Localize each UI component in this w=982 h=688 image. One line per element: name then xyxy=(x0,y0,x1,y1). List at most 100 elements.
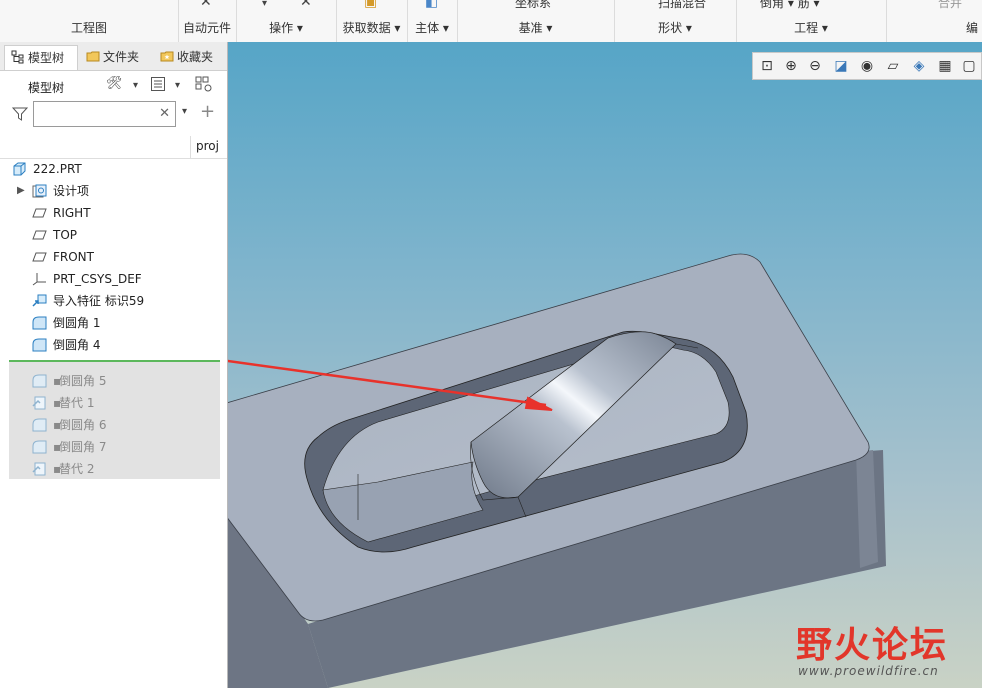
expand-arrow-icon[interactable]: ▶ xyxy=(17,180,25,202)
tree-item[interactable]: 倒圆角 1 xyxy=(0,312,227,334)
dropdown-arrow-icon[interactable]: ▾ xyxy=(175,80,180,100)
tab-label: 模型树 xyxy=(28,51,65,65)
ribbon-group-body[interactable]: ◧ 主体 ▾ xyxy=(407,0,458,42)
ribbon-group-drawing[interactable]: 工程图 xyxy=(0,0,179,42)
dropdown-arrow-icon[interactable]: ▾ xyxy=(182,106,187,117)
round-icon xyxy=(32,316,47,330)
ribbon-group-label: 编 xyxy=(966,21,979,35)
datum-plane-icon xyxy=(32,230,47,240)
filter-icon[interactable] xyxy=(12,106,28,122)
tree-item[interactable]: ▶ 设计项 xyxy=(0,180,227,202)
tree-item-label: 替代 1 xyxy=(59,396,95,410)
clear-icon[interactable]: ✕ xyxy=(159,106,170,121)
ribbon-group-label: 获取数据 ▾ xyxy=(342,21,401,35)
insert-here-line[interactable] xyxy=(9,360,220,362)
favorites-icon xyxy=(160,51,174,62)
tree-item-label: 倒圆角 7 xyxy=(59,440,107,454)
substitute-icon xyxy=(32,462,46,476)
tree-item[interactable]: 导入特征 标识59 xyxy=(0,290,227,312)
tree-item[interactable]: RIGHT xyxy=(0,202,227,224)
watermark-text: 野火论坛 xyxy=(796,625,949,666)
tree-item-suppressed[interactable]: ▪ 倒圆角 7 xyxy=(0,436,227,458)
model-tree-toolbar: 模型树 🛠 ▾ ▾ xyxy=(0,72,227,100)
repaint-icon[interactable]: ◪ xyxy=(831,56,851,76)
ribbon-group-datum[interactable]: 坐标系 基准 ▾ xyxy=(457,0,615,42)
datum-plane-icon xyxy=(32,252,47,262)
tree-item-label: 倒圆角 1 xyxy=(53,316,101,330)
settings-tools-icon[interactable]: 🛠 xyxy=(106,76,123,96)
watermark-url: www.proewildfire.cn xyxy=(798,664,939,678)
folder-icon xyxy=(86,51,100,62)
round-icon xyxy=(32,418,47,432)
swept-blend-button[interactable]: 扫描混合 xyxy=(658,0,706,11)
ribbon-group-engineering[interactable]: 倒角 ▾ 筋 ▾ 工程 ▾ xyxy=(736,0,887,42)
tree-item[interactable]: FRONT xyxy=(0,246,227,268)
add-icon[interactable]: + xyxy=(200,101,215,122)
tree-item-label: 替代 2 xyxy=(59,462,95,476)
search-input[interactable]: ✕ xyxy=(33,101,176,127)
round-icon xyxy=(32,338,47,352)
tree-item-label: PRT_CSYS_DEF xyxy=(53,272,142,286)
tree-item-label: 导入特征 标识59 xyxy=(53,294,145,308)
tab-model-tree[interactable]: 模型树 xyxy=(4,45,78,70)
tree-item[interactable]: 222.PRT xyxy=(0,158,227,180)
csys-icon xyxy=(32,273,46,286)
column-separator[interactable] xyxy=(190,136,191,158)
3d-model[interactable] xyxy=(228,42,982,688)
coordinate-system-button[interactable]: 坐标系 xyxy=(515,0,551,11)
ribbon-group-label: 操作 ▾ xyxy=(269,21,303,35)
tree-item-label: TOP xyxy=(53,228,78,242)
tree-item-label: 倒圆角 5 xyxy=(59,374,107,388)
ribbon: 工程图 ✕ 自动元件 ▾ ✕ 操作 ▾ ▣ 获取数据 ▾ ◧ 主体 ▾ 坐标系 … xyxy=(0,0,982,43)
datum-plane-icon xyxy=(32,208,47,218)
ribbon-group-operations[interactable]: ▾ ✕ 操作 ▾ xyxy=(236,0,337,42)
view-toolbar: ⊡ ⊕ ⊖ ◪ ◉ ▱ ◈ ▦ ▢ xyxy=(752,52,982,80)
zoom-out-icon[interactable]: ⊖ xyxy=(805,56,825,76)
tree-item[interactable]: PRT_CSYS_DEF xyxy=(0,268,227,290)
delete-icon: ✕ xyxy=(300,0,312,10)
tree-item-label: 倒圆角 4 xyxy=(53,338,101,352)
ribbon-group-auto-component[interactable]: ✕ 自动元件 xyxy=(178,0,237,42)
saved-views-icon[interactable]: ◈ xyxy=(909,56,929,76)
tree-item-suppressed[interactable]: ▪ 倒圆角 6 xyxy=(0,414,227,436)
view-orient-icon[interactable]: ▱ xyxy=(883,56,903,76)
zoom-in-icon[interactable]: ⊕ xyxy=(781,56,801,76)
round-icon xyxy=(32,440,47,454)
tree-columns-icon xyxy=(195,76,212,92)
tab-folder-browser[interactable]: 文件夹 xyxy=(80,45,150,69)
watermark-logo: 野火论坛 xyxy=(796,616,948,668)
model-tree-title: 模型树 xyxy=(28,81,65,95)
body-icon: ◧ xyxy=(425,0,439,10)
tree-item-label: FRONT xyxy=(53,250,94,264)
merge-button[interactable]: 合并 xyxy=(938,0,962,11)
model-tree-panel: 模型树 文件夹 收藏夹 模型树 🛠 ▾ ▾ ✕ ▾ + proj 222.PRT… xyxy=(0,42,228,688)
column-header-label[interactable]: proj xyxy=(196,139,219,153)
zoom-fit-icon[interactable]: ⊡ xyxy=(757,56,777,76)
display-style-icon[interactable]: ◉ xyxy=(857,56,877,76)
tree-item-suppressed[interactable]: ▪ 倒圆角 5 xyxy=(0,370,227,392)
ribbon-group-shapes[interactable]: 扫描混合 形状 ▾ xyxy=(614,0,737,42)
datum-display-icon[interactable]: ▦ xyxy=(935,56,955,76)
tree-item[interactable]: 倒圆角 4 xyxy=(0,334,227,356)
ribbon-group-editing[interactable]: 合并 编 xyxy=(886,0,982,42)
more-icon[interactable]: ▢ xyxy=(959,56,979,76)
ribbon-group-label: 工程 ▾ xyxy=(794,21,828,35)
tree-item-label: RIGHT xyxy=(53,206,91,220)
graphics-viewport[interactable]: ⊡ ⊕ ⊖ ◪ ◉ ▱ ◈ ▦ ▢ 野火论坛 www.proewildfire.… xyxy=(228,42,982,688)
dropdown-arrow-icon: ▾ xyxy=(262,0,268,9)
dropdown-arrow-icon[interactable]: ▾ xyxy=(133,80,138,100)
tab-favorites[interactable]: 收藏夹 xyxy=(154,45,224,69)
tree-item-suppressed[interactable]: ▪ 替代 1 xyxy=(0,392,227,414)
tree-filter-columns-icon[interactable] xyxy=(195,76,215,96)
ribbon-group-label: 形状 ▾ xyxy=(658,21,692,35)
tree-item-suppressed[interactable]: ▪ 替代 2 xyxy=(0,458,227,480)
design-items-icon xyxy=(32,184,47,198)
round-icon xyxy=(32,374,47,388)
chamfer-rib-buttons[interactable]: 倒角 ▾ 筋 ▾ xyxy=(760,0,820,11)
tree-item[interactable]: TOP xyxy=(0,224,227,246)
ribbon-group-label: 自动元件 xyxy=(182,21,231,35)
ribbon-group-get-data[interactable]: ▣ 获取数据 ▾ xyxy=(336,0,408,42)
show-options-icon[interactable] xyxy=(150,76,166,96)
tab-label: 文件夹 xyxy=(103,50,140,64)
list-icon xyxy=(151,77,165,91)
